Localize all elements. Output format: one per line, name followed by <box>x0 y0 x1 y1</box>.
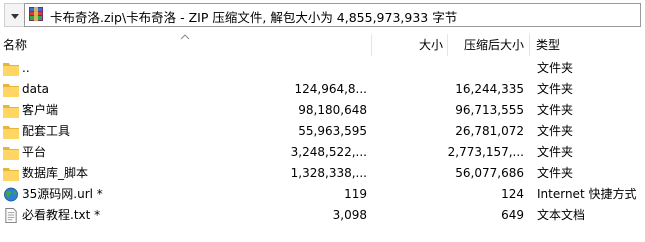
file-row-url[interactable]: 35源码网.url * 119 124 Internet 快捷方式 <box>0 184 645 205</box>
column-header-packed-size[interactable]: 压缩后大小 <box>448 34 530 56</box>
archive-path-text: 卡布奇洛.zip\卡布奇洛 - ZIP 压缩文件, 解包大小为 4,855,97… <box>50 10 458 25</box>
file-row-platform[interactable]: 平台 3,248,522,... 2,773,157,... 文件夹 <box>0 142 645 163</box>
file-row-txt[interactable]: 必看教程.txt * 3,098 649 文本文档 <box>0 205 645 226</box>
winrar-archive-icon <box>29 7 43 21</box>
file-row-data[interactable]: data 124,964,8... 16,244,335 文件夹 <box>0 79 645 100</box>
chevron-down-icon <box>11 14 19 19</box>
folder-icon <box>3 147 19 160</box>
column-header-type[interactable]: 类型 <box>530 34 645 56</box>
file-row-database-scripts[interactable]: 数据库_脚本 1,328,338,... 56,077,686 文件夹 <box>0 163 645 184</box>
globe-icon <box>4 187 18 202</box>
folder-icon <box>3 126 19 139</box>
address-bar: 卡布奇洛.zip\卡布奇洛 - ZIP 压缩文件, 解包大小为 4,855,97… <box>0 0 645 32</box>
file-list: .. 文件夹 data 124,964,8... 16,244,335 文件夹 … <box>0 58 645 226</box>
file-row-parent[interactable]: .. 文件夹 <box>0 58 645 79</box>
folder-icon <box>3 105 19 118</box>
folder-icon <box>3 84 19 97</box>
folder-icon <box>3 168 19 181</box>
file-row-tools[interactable]: 配套工具 55,963,595 26,781,072 文件夹 <box>0 121 645 142</box>
column-header-name[interactable]: 名称 <box>0 34 372 56</box>
column-header-size[interactable]: 大小 <box>372 34 448 56</box>
folder-icon <box>3 63 19 76</box>
column-header: 名称 大小 压缩后大小 类型 <box>0 34 645 56</box>
address-dropdown-button[interactable] <box>4 3 24 27</box>
file-row-client[interactable]: 客户端 98,180,648 96,713,555 文件夹 <box>0 100 645 121</box>
text-file-icon <box>5 208 17 223</box>
